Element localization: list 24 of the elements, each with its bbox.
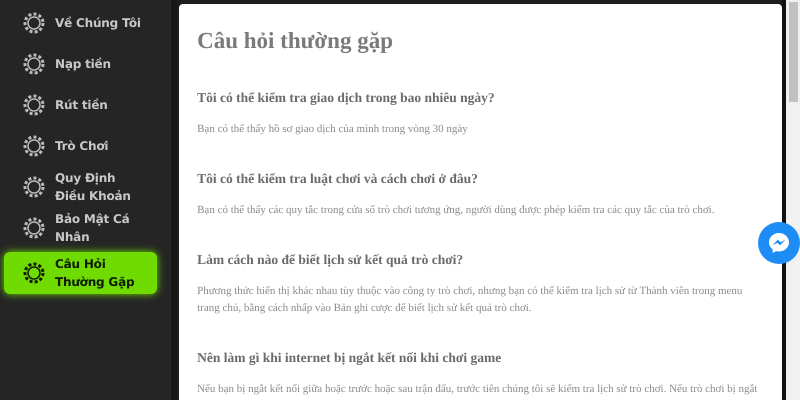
sidebar-item[interactable]: Trò Chơi (4, 125, 157, 166)
faq-question: Nên làm gì khi internet bị ngắt kết nối khi chơi game (197, 350, 502, 366)
page-title: Câu hỏi thường gặp (197, 28, 394, 54)
faq-answer: Nếu bạn bị ngắt kết nối giữa hoặc trước hoặc sau trận đấu, trước tiên chúng tôi sẽ kiểm tra lịch sử trò chơi. Nếu trò chơi bị ngắt (197, 382, 758, 397)
sidebar-item[interactable]: Bảo Mật Cá Nhân (4, 207, 157, 248)
poker-chip-icon (23, 176, 45, 198)
faq-question: Tôi có thể kiểm tra giao dịch trong bao nhiêu ngày? (197, 90, 496, 106)
messenger-icon (767, 231, 791, 255)
sidebar-item[interactable]: Quy Định Điều Khoản (4, 166, 157, 207)
poker-chip-icon (23, 52, 45, 74)
faq-answer: Bạn có thể thấy hồ sơ giao dịch của mình trong vòng 30 ngày (197, 122, 469, 137)
sidebar-item[interactable]: Rút tiền (4, 84, 157, 125)
faq-question: Tôi có thể kiểm tra luật chơi và cách chơi ở đâu? (197, 171, 479, 187)
faq-answer: Phương thức hiển thị khác nhau tùy thuộc vào công ty trò chơi, nhưng bạn có thể kiểm tra lịch sử từ Thành viên trong menu trang chủ, bằng cách nhấp vào Bản ghi cược để biết lịch sử kết quả trò chơi. (197, 284, 744, 316)
poker-chip-icon (23, 216, 45, 238)
poker-chip-icon (23, 12, 45, 34)
sidebar-item[interactable]: Nạp tiền (4, 43, 157, 84)
faq-question: Làm cách nào để biết lịch sử kết quả trò chơi? (197, 252, 464, 268)
poker-chip-icon (23, 94, 45, 116)
poker-chip-icon (23, 262, 45, 284)
poker-chip-icon (23, 134, 45, 156)
faq-answer: Bạn có thể thấy các quy tắc trong cửa sổ trò chơi tương ứng, người dùng được phép kiểm tra các quy tắc của trò chơi. (197, 203, 716, 218)
sidebar-item[interactable]: Câu Hỏi Thường Gặp (4, 252, 157, 294)
sidebar-item[interactable]: Về Chúng Tôi (4, 2, 157, 43)
